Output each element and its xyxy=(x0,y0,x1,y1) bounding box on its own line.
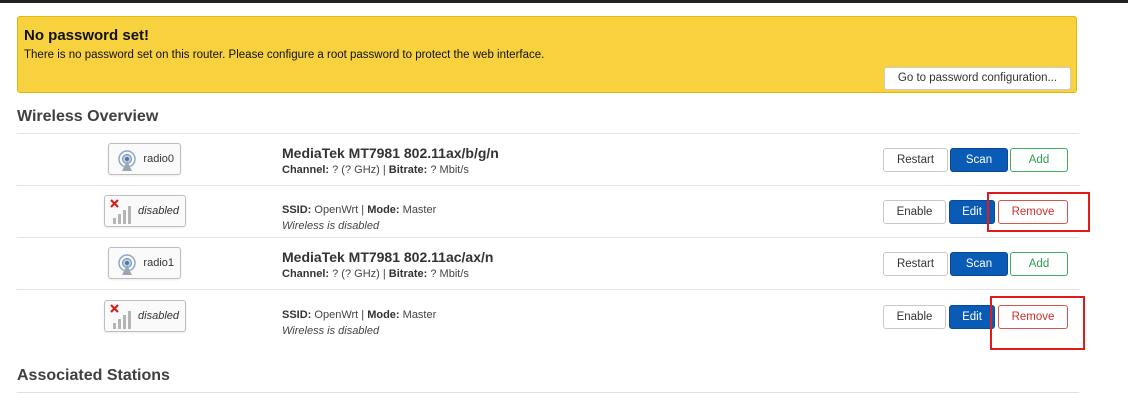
network-status: Wireless is disabled xyxy=(282,325,380,337)
associated-stations-title: Associated Stations xyxy=(17,367,170,384)
restart-button[interactable]: Restart xyxy=(883,252,948,276)
network-badge-label: disabled xyxy=(138,205,179,217)
wifi-radio-icon xyxy=(118,150,136,171)
radio-info: Channel: ? (? GHz) | Bitrate: ? Mbit/s xyxy=(282,268,469,280)
wifi-radio-icon xyxy=(118,254,136,275)
radio-badge[interactable]: radio1 xyxy=(108,247,181,279)
add-button[interactable]: Add xyxy=(1010,252,1068,276)
signal-disabled-icon xyxy=(110,199,131,224)
edit-button[interactable]: Edit xyxy=(949,200,995,224)
radio-name: MediaTek MT7981 802.11ac/ax/n xyxy=(282,249,494,265)
add-button[interactable]: Add xyxy=(1010,148,1068,172)
radio-row-radio1: radio1 MediaTek MT7981 802.11ac/ax/n Cha… xyxy=(17,238,1079,290)
restart-button[interactable]: Restart xyxy=(883,148,948,172)
wireless-overview-title: Wireless Overview xyxy=(17,108,159,125)
network-info: SSID: OpenWrt | Mode: Master xyxy=(282,309,437,321)
remove-button[interactable]: Remove xyxy=(998,200,1068,224)
radio-name: MediaTek MT7981 802.11ax/b/g/n xyxy=(282,145,499,161)
radio-row-radio0: radio0 MediaTek MT7981 802.11ax/b/g/n Ch… xyxy=(17,134,1079,186)
radio-badge-label: radio1 xyxy=(143,257,174,269)
signal-disabled-icon xyxy=(110,304,131,329)
radio-badge-label: radio0 xyxy=(143,153,174,165)
alert-message: There is no password set on this router.… xyxy=(24,49,545,61)
radio-info: Channel: ? (? GHz) | Bitrate: ? Mbit/s xyxy=(282,164,469,176)
scan-button[interactable]: Scan xyxy=(950,252,1008,276)
alert-title: No password set! xyxy=(24,27,150,44)
no-password-alert: No password set! There is no password se… xyxy=(17,16,1077,93)
network-badge[interactable]: disabled xyxy=(104,300,186,332)
divider xyxy=(17,392,1079,393)
network-info: SSID: OpenWrt | Mode: Master xyxy=(282,204,437,216)
radio-badge[interactable]: radio0 xyxy=(108,143,181,175)
network-badge-label: disabled xyxy=(138,310,179,322)
enable-button[interactable]: Enable xyxy=(883,305,946,329)
wifi-network-row: disabled SSID: OpenWrt | Mode: Master Wi… xyxy=(17,186,1079,238)
edit-button[interactable]: Edit xyxy=(949,305,995,329)
scan-button[interactable]: Scan xyxy=(950,148,1008,172)
remove-button[interactable]: Remove xyxy=(998,305,1068,329)
network-badge[interactable]: disabled xyxy=(104,195,186,227)
network-status: Wireless is disabled xyxy=(282,220,380,232)
enable-button[interactable]: Enable xyxy=(883,200,946,224)
wifi-network-row: disabled SSID: OpenWrt | Mode: Master Wi… xyxy=(17,291,1079,343)
password-config-button[interactable]: Go to password configuration... xyxy=(884,67,1071,90)
top-bar xyxy=(0,0,1128,3)
